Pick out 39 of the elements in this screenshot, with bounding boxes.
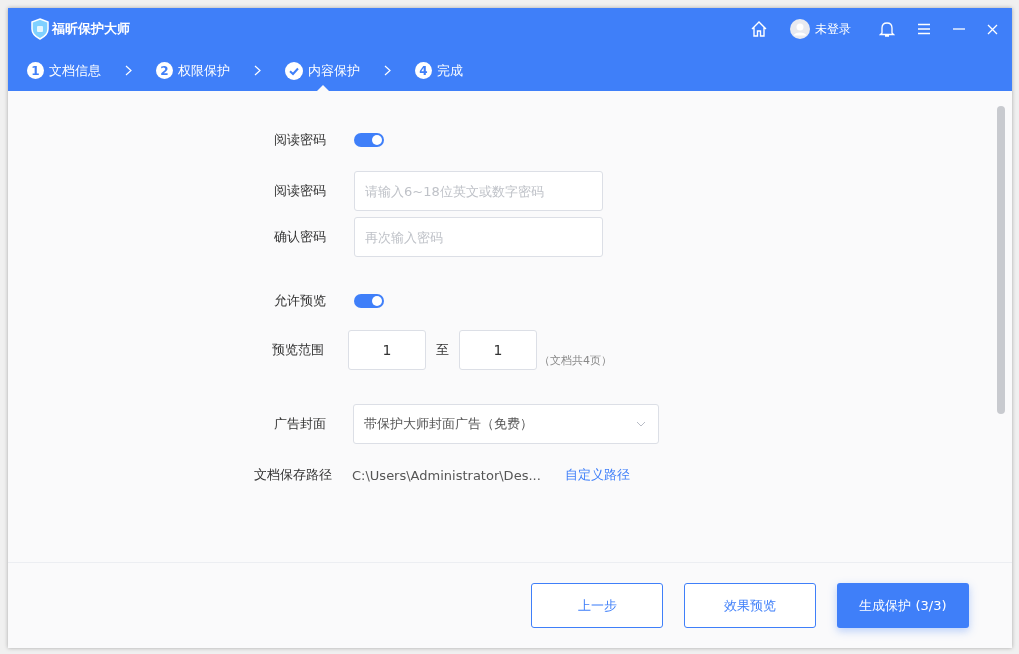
chevron-right-icon	[384, 65, 391, 76]
field-label: 确认密码	[273, 228, 327, 246]
cover-dropdown[interactable]: 带保护大师封面广告（免费）	[353, 404, 659, 444]
avatar-icon[interactable]	[790, 19, 810, 39]
field-label: 阅读密码	[273, 131, 327, 149]
step-tab[interactable]: 内容保护	[285, 50, 360, 91]
custom-path-link[interactable]: 自定义路径	[564, 466, 630, 484]
confirm-password-field[interactable]: 再次输入密码	[354, 217, 603, 257]
step-button[interactable]: 上一步	[531, 583, 663, 628]
step-tab[interactable]: 1 文档信息	[27, 50, 101, 91]
field-label: 允许预览	[273, 292, 327, 310]
home-icon[interactable]	[750, 20, 768, 38]
step-tab[interactable]: 4 完成	[415, 50, 463, 91]
chevron-down-icon	[636, 421, 646, 427]
chevron-right-icon	[254, 65, 261, 76]
page-count-note: （文档共4页）	[539, 353, 612, 368]
save-path-text: C:\Users\Administrator\Des...	[352, 467, 541, 483]
chevron-right-icon	[125, 65, 132, 76]
toggle-switch[interactable]	[354, 133, 384, 147]
scrollbar-thumb[interactable]	[997, 106, 1005, 414]
step-button[interactable]: 效果预览	[684, 583, 816, 628]
password-field[interactable]: 请输入6~18位英文或数字密码	[354, 171, 603, 211]
range-separator: 至	[436, 341, 449, 359]
menu-icon[interactable]	[917, 23, 931, 35]
page-to-field[interactable]: 1	[459, 330, 537, 370]
field-label: 广告封面	[273, 415, 327, 433]
page-from-field[interactable]: 1	[348, 330, 426, 370]
generate-button[interactable]: 生成保护 (3/3)	[837, 583, 969, 628]
login-status-link[interactable]: 未登录	[815, 20, 851, 38]
field-label: 阅读密码	[273, 182, 327, 200]
check-icon	[285, 61, 303, 80]
bell-icon[interactable]	[879, 20, 895, 38]
field-label: 文档保存路径	[253, 466, 333, 484]
field-label: 预览范围	[271, 341, 325, 359]
shield-logo-icon	[30, 18, 50, 40]
toggle-switch[interactable]	[354, 294, 384, 308]
step-tab[interactable]: 2 权限保护	[156, 50, 230, 91]
close-icon[interactable]	[987, 23, 998, 35]
app-title: 福昕保护大师	[52, 20, 130, 38]
